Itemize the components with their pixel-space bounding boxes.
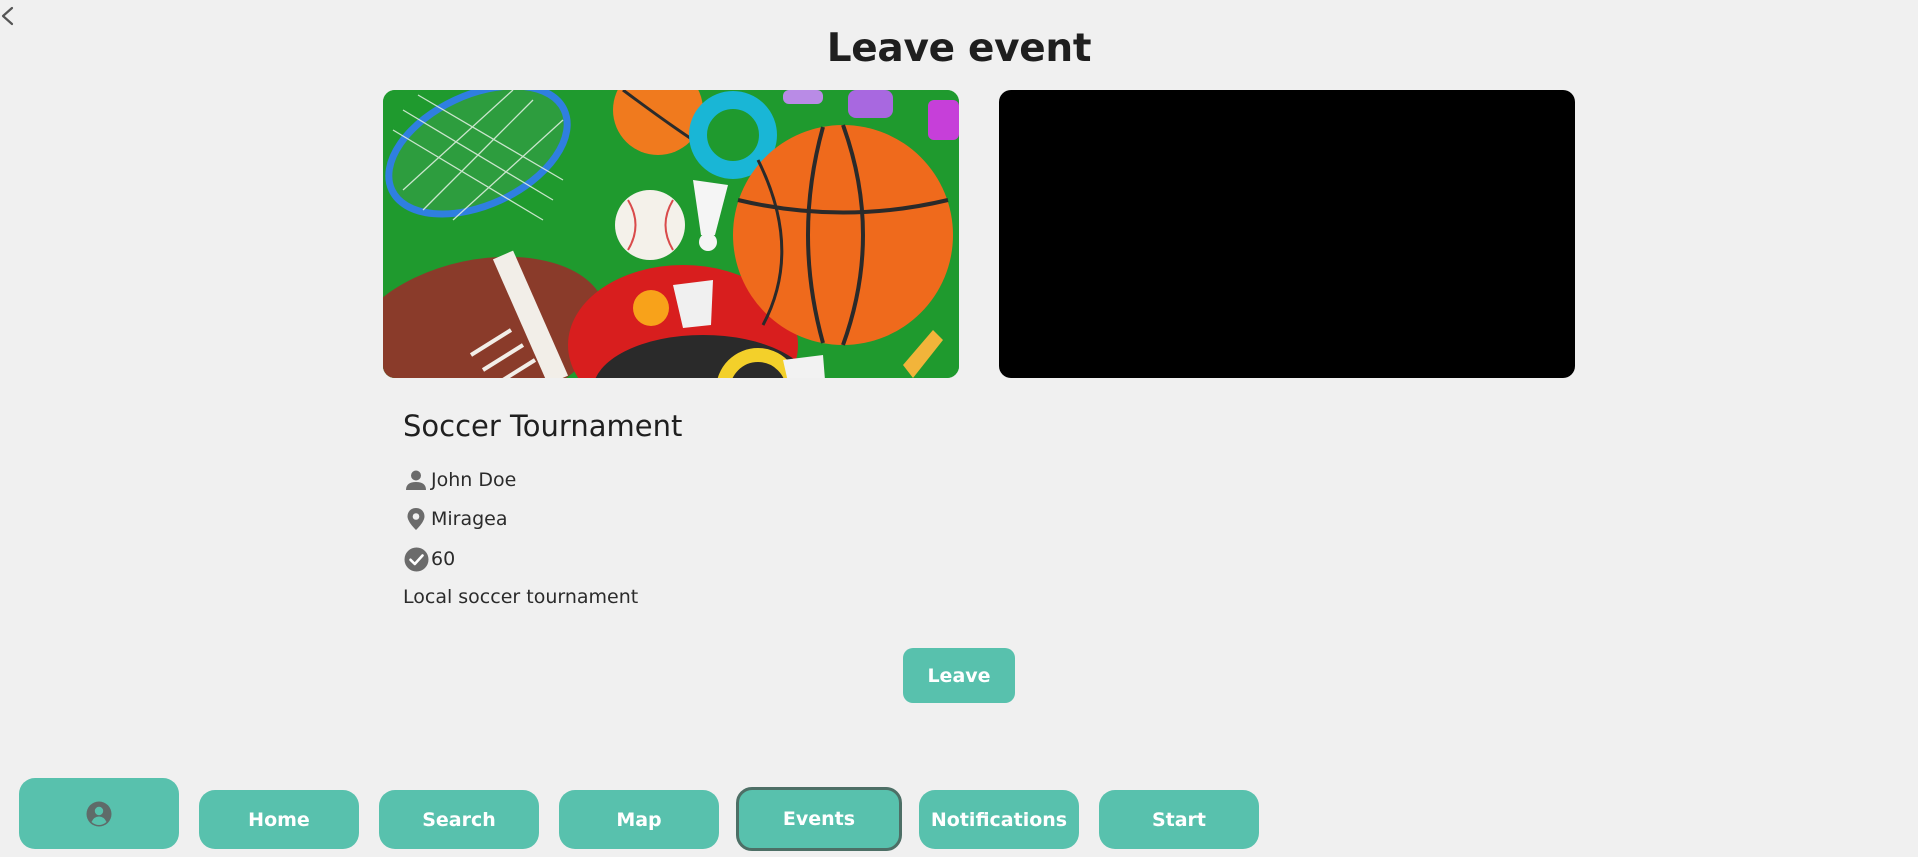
event-image [383,90,959,378]
nav-profile-button[interactable] [19,778,179,849]
organizer-row: John Doe [403,465,516,495]
capacity-row: 60 [403,544,455,574]
nav-events-button[interactable]: Events [736,787,902,851]
map-panel[interactable] [999,90,1575,378]
nav-search-button[interactable]: Search [379,790,539,849]
organizer-name: John Doe [431,469,517,491]
nav-home-button[interactable]: Home [199,790,359,849]
location-row: Miragea [403,504,508,534]
capacity-value: 60 [431,548,456,570]
nav-start-button[interactable]: Start [1099,790,1259,849]
event-name: Soccer Tournament [403,409,683,443]
location-name: Miragea [431,508,508,530]
page-title: Leave event [826,26,1092,71]
event-description: Local soccer tournament [403,586,639,608]
nav-map-button[interactable]: Map [559,790,719,849]
nav-notifications-button[interactable]: Notifications [919,790,1079,849]
leave-button[interactable]: Leave [903,648,1015,703]
person-icon [403,467,429,493]
user-circle-icon [86,801,112,826]
check-circle-icon [403,546,429,572]
location-pin-icon [403,506,429,532]
